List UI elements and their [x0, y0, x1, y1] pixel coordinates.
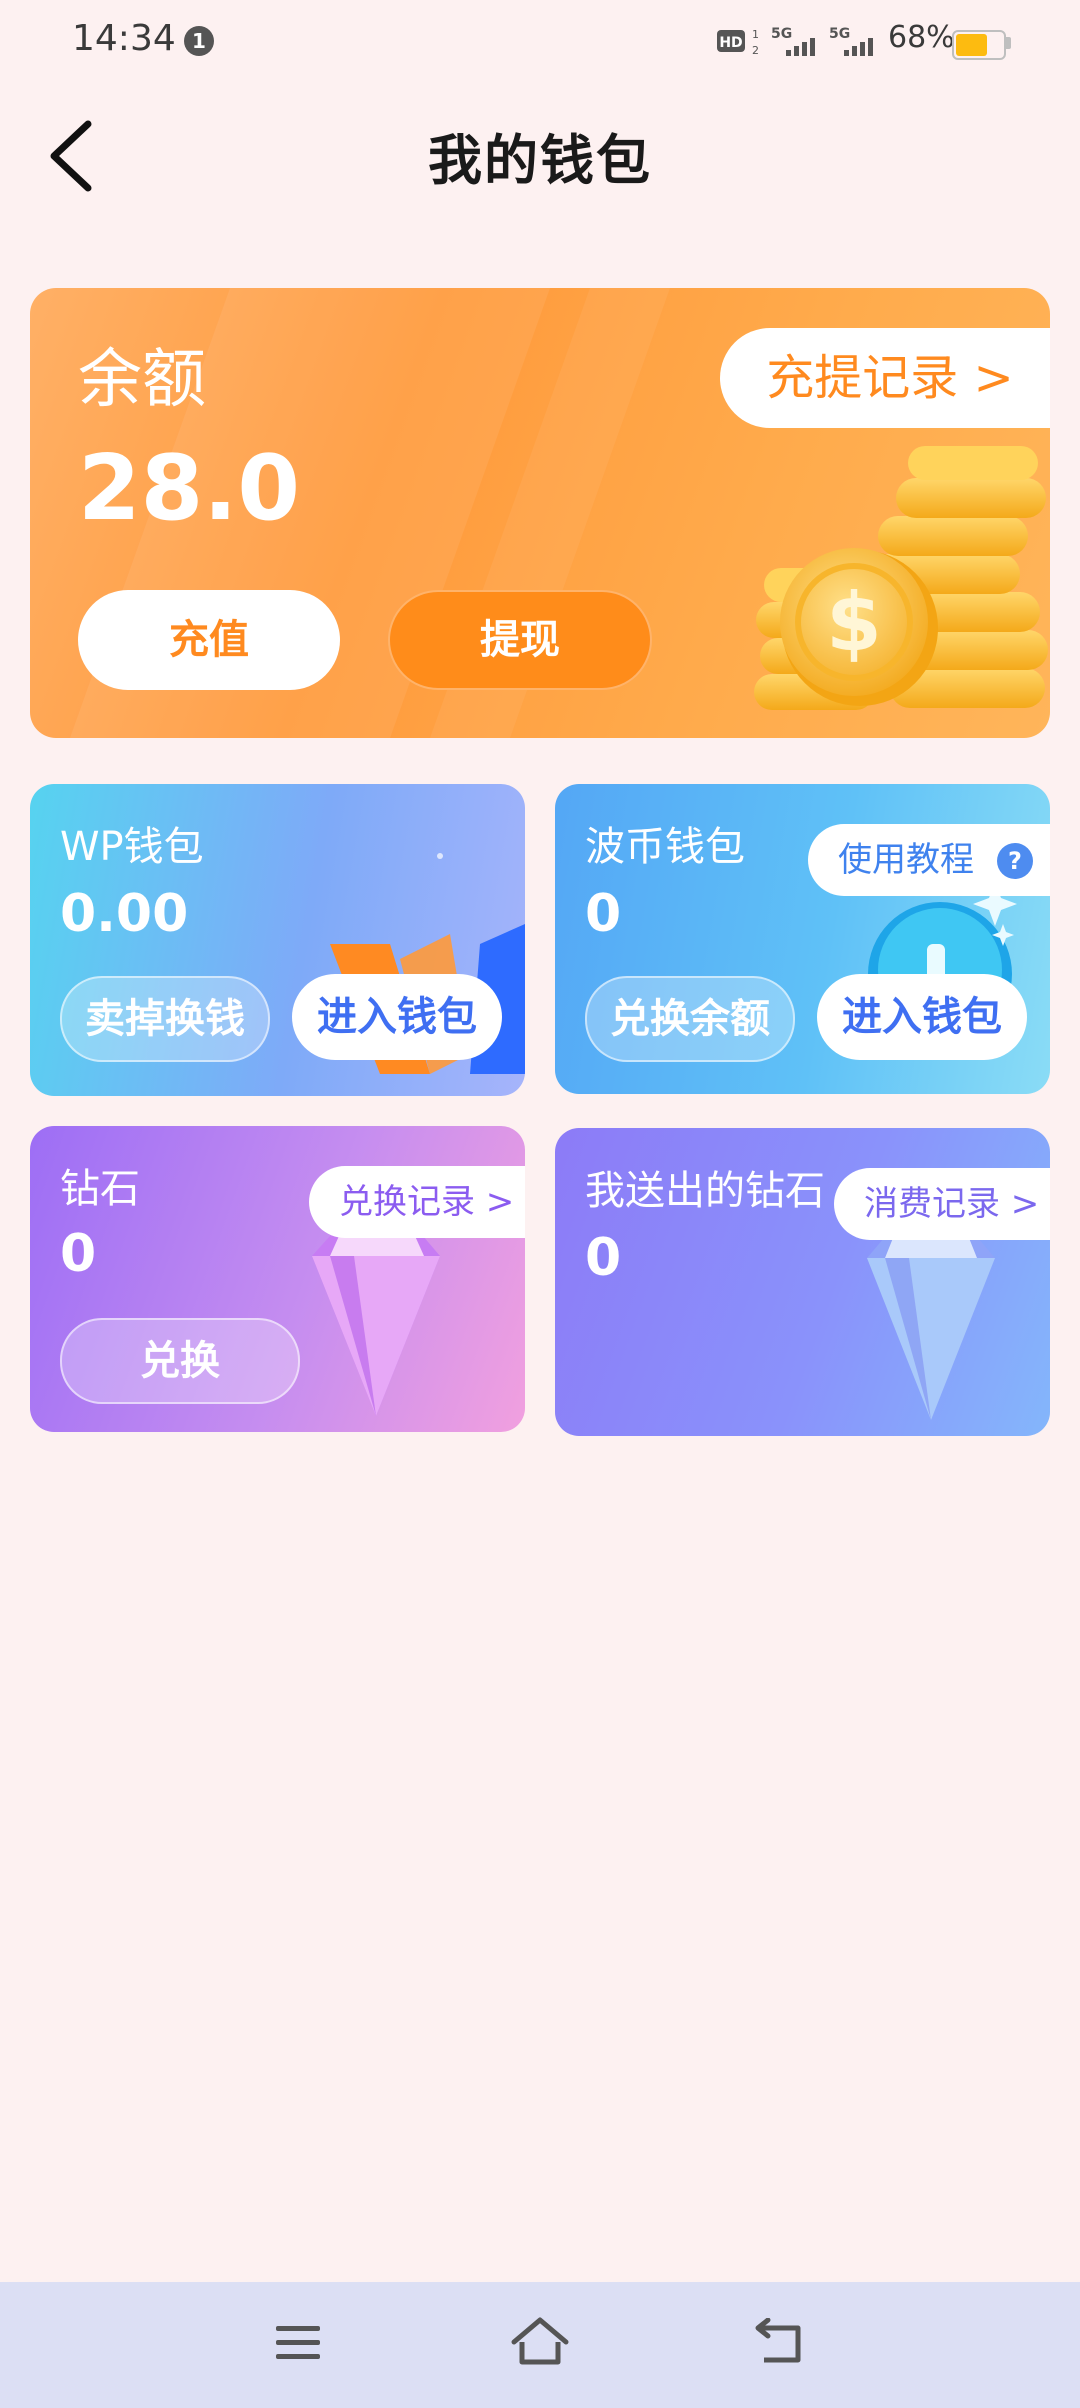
- help-icon: ?: [997, 843, 1033, 879]
- recharge-button[interactable]: 充值: [78, 590, 340, 690]
- sell-for-cash-button[interactable]: 卖掉换钱: [60, 976, 270, 1062]
- balance-card: 余额 28.0 充提记录 > 充值 提现 $: [30, 288, 1050, 738]
- coins-stack-icon: $: [754, 446, 1048, 710]
- svg-text:HD: HD: [719, 35, 742, 51]
- recharge-withdraw-records-button[interactable]: 充提记录 >: [720, 328, 1050, 428]
- back-icon[interactable]: [754, 2318, 806, 2368]
- svg-text:5G: 5G: [829, 26, 850, 42]
- svg-text:?: ?: [1008, 847, 1022, 875]
- bobi-wallet-label: 波币钱包: [585, 824, 745, 870]
- hd-icon: HD 1 2: [717, 28, 759, 57]
- menu-icon[interactable]: [274, 2320, 324, 2366]
- svg-text:2: 2: [752, 44, 759, 57]
- exchange-balance-button[interactable]: 兑换余额: [585, 976, 795, 1062]
- usage-tutorial-label: 使用教程: [838, 840, 974, 880]
- status-time: 14:34: [72, 18, 176, 59]
- diamonds-exchange-button[interactable]: 兑换: [60, 1318, 300, 1404]
- wp-wallet-label: WP钱包: [60, 824, 204, 870]
- balance-label: 余额: [78, 343, 206, 417]
- sent-diamonds-label: 我送出的钻石: [585, 1168, 825, 1214]
- svg-text:5G: 5G: [771, 26, 792, 42]
- wp-enter-wallet-button[interactable]: 进入钱包: [292, 974, 502, 1060]
- diamonds-value: 0: [60, 1224, 97, 1284]
- usage-tutorial-button[interactable]: 使用教程 ?: [808, 824, 1050, 896]
- sent-diamonds-card: 我送出的钻石 0 消费记录 >: [555, 1128, 1050, 1436]
- wp-wallet-card: WP钱包 0.00 卖掉换钱 进入钱包: [30, 784, 525, 1096]
- diamonds-label: 钻石: [60, 1166, 140, 1212]
- notification-badge: 1: [184, 26, 214, 56]
- diamonds-card: 钻石 0 兑换记录 > 兑换: [30, 1126, 525, 1432]
- signal-5g-icon: 5G: [771, 26, 815, 56]
- signal-5g-icon-2: 5G: [829, 26, 873, 56]
- exchange-records-button[interactable]: 兑换记录 >: [309, 1166, 525, 1238]
- svg-text:$: $: [826, 576, 882, 669]
- consumption-records-button[interactable]: 消费记录 >: [834, 1168, 1050, 1240]
- bobi-wallet-card: 波币钱包 0 使用教程 ? 兑换余额 进入钱包: [555, 784, 1050, 1094]
- home-icon[interactable]: [510, 2316, 570, 2368]
- bobi-wallet-value: 0: [585, 884, 622, 944]
- wp-wallet-value: 0.00: [60, 884, 189, 944]
- page-title: 我的钱包: [428, 129, 652, 192]
- battery-icon: [952, 30, 1006, 60]
- battery-cap: [1006, 37, 1011, 49]
- battery-percent: 68%: [888, 20, 955, 55]
- status-bar: 14:34 1 HD 1 2 5G 5G 68%: [0, 0, 1080, 86]
- balance-value: 28.0: [78, 436, 301, 541]
- battery-level: [956, 34, 987, 56]
- bobi-enter-wallet-button[interactable]: 进入钱包: [817, 974, 1027, 1060]
- navigation-bar: [0, 2282, 1080, 2408]
- sent-diamonds-value: 0: [585, 1228, 622, 1288]
- withdraw-button[interactable]: 提现: [388, 590, 652, 690]
- svg-text:1: 1: [752, 28, 759, 41]
